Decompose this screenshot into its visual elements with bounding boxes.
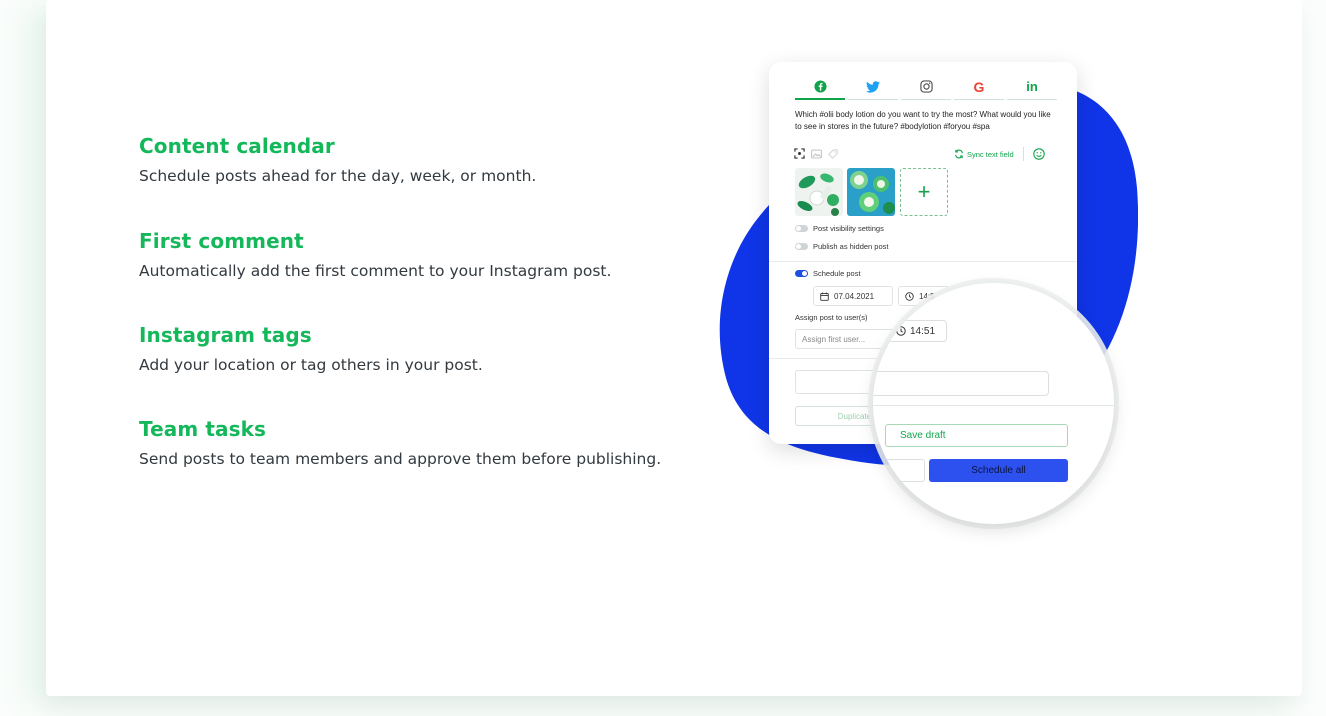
product-photo (795, 168, 843, 216)
google-icon: G (973, 78, 985, 95)
facebook-icon (813, 79, 827, 93)
feature-description: Send posts to team members and approve t… (139, 450, 662, 468)
add-media-button[interactable]: + (900, 168, 948, 216)
post-visibility-label: Post visibility settings (813, 224, 884, 233)
post-text[interactable]: Which #olii body lotion do you want to t… (795, 109, 1055, 132)
post-visibility-toggle-row[interactable]: Post visibility settings (795, 224, 884, 233)
linkedin-icon: in (1026, 79, 1038, 94)
media-thumbnail[interactable] (847, 168, 895, 216)
schedule-date-value: 07.04.2021 (834, 291, 875, 301)
sync-text-field[interactable]: Sync text field (954, 147, 1045, 161)
sync-icon (955, 149, 963, 159)
post-visibility-toggle[interactable] (795, 225, 808, 232)
zoomed-time-field[interactable]: 14:51 (887, 320, 947, 342)
feature-title: Instagram tags (139, 323, 312, 347)
page: Content calendar Schedule posts ahead fo… (0, 0, 1326, 716)
product-photo (847, 168, 895, 216)
scan-icon[interactable] (794, 148, 805, 159)
tab-linkedin[interactable]: in (1007, 74, 1057, 100)
feature-title: Content calendar (139, 134, 335, 158)
tab-google[interactable]: G (954, 74, 1004, 100)
assign-placeholder: Assign first user... (802, 334, 866, 344)
hidden-post-toggle-row[interactable]: Publish as hidden post (795, 242, 888, 251)
feature-title: Team tasks (139, 417, 267, 441)
feature-title: First comment (139, 229, 304, 253)
feature-content-calendar: Content calendar Schedule posts ahead fo… (139, 134, 536, 185)
feature-team-tasks: Team tasks Send posts to team members an… (139, 417, 661, 468)
twitter-icon (866, 80, 880, 93)
schedule-post-label: Schedule post (813, 269, 861, 278)
tab-facebook[interactable] (795, 74, 845, 100)
tab-instagram[interactable] (901, 74, 951, 100)
instagram-icon (919, 80, 933, 93)
feature-instagram-tags: Instagram tags Add your location or tag … (139, 323, 483, 374)
sync-label: Sync text field (967, 149, 1014, 159)
schedule-date-field[interactable]: 07.04.2021 (813, 286, 893, 306)
tag-icon[interactable] (828, 148, 838, 159)
clock-icon (896, 326, 906, 336)
secondary-button[interactable] (885, 459, 925, 482)
media-tools (794, 148, 838, 159)
zoomed-comment-input[interactable] (873, 371, 1049, 396)
image-icon[interactable] (811, 149, 822, 159)
zoom-magnifier: 14:51 Save draft Schedule all (873, 283, 1114, 524)
hidden-post-toggle[interactable] (795, 243, 808, 250)
feature-first-comment: First comment Automatically add the firs… (139, 229, 611, 280)
calendar-icon (820, 291, 829, 301)
save-draft-button[interactable]: Save draft (885, 424, 1068, 447)
feature-description: Add your location or tag others in your … (139, 356, 483, 374)
divider (769, 261, 1077, 262)
hidden-post-label: Publish as hidden post (813, 242, 889, 251)
schedule-all-button[interactable]: Schedule all (929, 459, 1068, 482)
assign-label: Assign post to user(s) (795, 313, 868, 322)
schedule-post-toggle-row[interactable]: Schedule post (795, 269, 861, 278)
media-thumbnail[interactable] (795, 168, 843, 216)
tab-twitter[interactable] (848, 74, 898, 100)
schedule-post-toggle[interactable] (795, 270, 808, 277)
zoomed-time-value: 14:51 (910, 325, 936, 337)
feature-description: Schedule posts ahead for the day, week, … (139, 167, 537, 185)
emoji-icon[interactable] (1032, 148, 1045, 160)
clock-icon (905, 291, 914, 301)
divider (873, 405, 1114, 406)
assign-user-input[interactable]: Assign first user... (795, 329, 895, 349)
divider (1022, 147, 1024, 161)
feature-description: Automatically add the first comment to y… (139, 262, 612, 280)
network-tabs: G in (795, 74, 1060, 100)
